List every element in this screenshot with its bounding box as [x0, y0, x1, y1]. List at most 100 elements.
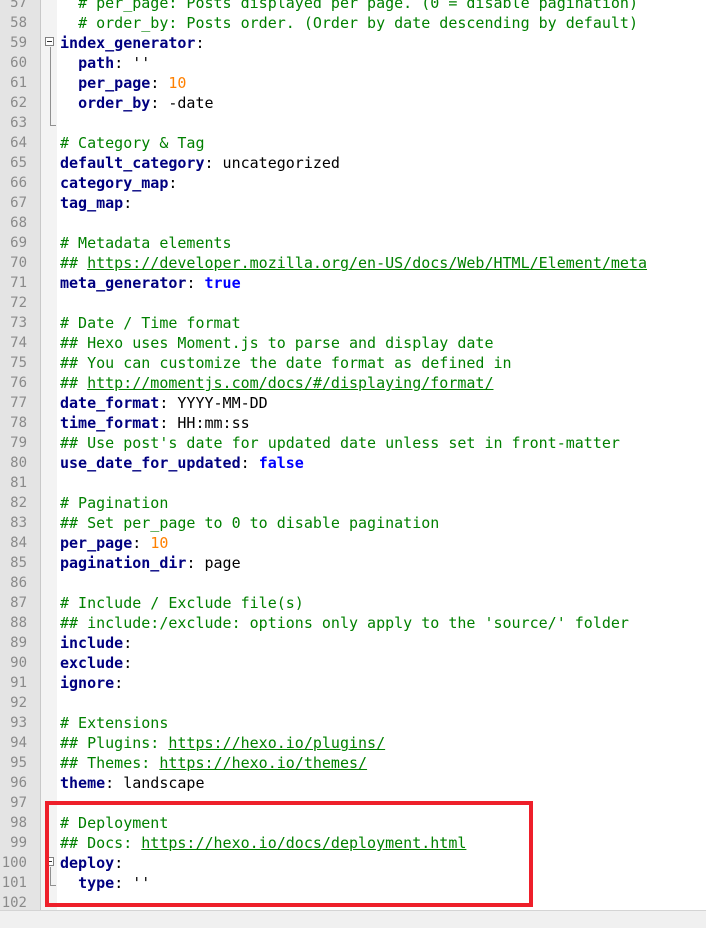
code-editor[interactable]: 57 # per_page: Posts displayed per page.… [0, 0, 706, 913]
fold-toggle-icon[interactable] [45, 37, 54, 46]
comment-text: # Extensions [60, 714, 169, 732]
code-line[interactable]: 71 meta_generator: true [0, 273, 706, 293]
line-code: order_by: -date [60, 93, 213, 113]
code-line[interactable]: 82 # Pagination [0, 493, 706, 513]
url-link[interactable]: http://momentjs.com/docs/#/displaying/fo… [87, 374, 493, 392]
line-number: 92 [10, 695, 27, 711]
code-line[interactable]: 65 default_category: uncategorized [0, 153, 706, 173]
code-line[interactable]: 77 date_format: YYYY-MM-DD [0, 393, 706, 413]
line-code: ## Set per_page to 0 to disable paginati… [60, 513, 439, 533]
code-line[interactable]: 89 include: [0, 633, 706, 653]
code-line[interactable]: 70 ## https://developer.mozilla.org/en-US… [0, 253, 706, 273]
code-line[interactable]: 79 ## Use post's date for updated date un… [0, 433, 706, 453]
code-line[interactable]: 74 ## Hexo uses Moment.js to parse and di… [0, 333, 706, 353]
code-line[interactable]: 67 tag_map: [0, 193, 706, 213]
line-code: path: '' [60, 53, 150, 73]
yaml-key: use_date_for_updated [60, 454, 241, 472]
plain-text: : landscape [105, 774, 205, 792]
code-line[interactable]: 64 # Category & Tag [0, 133, 706, 153]
plain-text: : [240, 454, 259, 472]
boolean-value: false [258, 454, 304, 472]
line-number: 72 [10, 295, 27, 311]
plain-text: : [123, 654, 133, 672]
url-link[interactable]: https://developer.mozilla.org/en-US/docs… [87, 254, 647, 272]
plain-text: : [186, 274, 205, 292]
url-link[interactable]: https://hexo.io/plugins/ [168, 734, 385, 752]
line-number: 91 [10, 675, 27, 691]
code-line[interactable]: 76 ## http://momentjs.com/docs/#/displayi… [0, 373, 706, 393]
code-line[interactable]: 66 category_map: [0, 173, 706, 193]
code-line[interactable]: 58 # order_by: Posts order. (Order by da… [0, 13, 706, 33]
line-number: 85 [10, 555, 27, 571]
code-line[interactable]: 60 path: '' [0, 53, 706, 73]
yaml-key: per_page [60, 534, 133, 552]
comment-text: ## Use post's date for updated date unle… [60, 434, 620, 452]
plain-text: : [195, 34, 205, 52]
code-line[interactable]: 88 ## include:/exclude: options only appl… [0, 613, 706, 633]
code-line[interactable]: 93 # Extensions [0, 713, 706, 733]
code-line[interactable]: 96 theme: landscape [0, 773, 706, 793]
line-number: 76 [10, 375, 27, 391]
line-number: 96 [10, 775, 27, 791]
comment-text: # Category & Tag [60, 134, 205, 152]
line-number: 66 [10, 175, 27, 191]
line-code: ## Themes: https://hexo.io/themes/ [60, 753, 367, 773]
code-line[interactable]: 86 [0, 573, 706, 593]
line-number: 83 [10, 515, 27, 531]
yaml-key: ignore [60, 674, 115, 692]
code-line[interactable]: 87 # Include / Exclude file(s) [0, 593, 706, 613]
comment-text: ## Plugins: [60, 734, 169, 752]
line-number: 59 [10, 35, 27, 51]
code-line[interactable]: 75 ## You can customize the date format a… [0, 353, 706, 373]
code-line[interactable]: 62 order_by: -date [0, 93, 706, 113]
code-line[interactable]: 57 # per_page: Posts displayed per page.… [0, 0, 706, 13]
code-line[interactable]: 81 [0, 473, 706, 493]
yaml-key: exclude [60, 654, 124, 672]
line-number: 99 [10, 835, 27, 851]
horizontal-scrollbar[interactable] [0, 910, 706, 928]
code-line[interactable]: 84 per_page: 10 [0, 533, 706, 553]
code-line[interactable]: 90 exclude: [0, 653, 706, 673]
line-code: # Extensions [60, 713, 168, 733]
fold-guide-line [50, 47, 51, 125]
plain-text: : [132, 534, 151, 552]
line-code: meta_generator: true [60, 273, 241, 293]
line-code: time_format: HH:mm:ss [60, 413, 250, 433]
code-line[interactable]: 78 time_format: HH:mm:ss [0, 413, 706, 433]
plain-text [60, 0, 78, 12]
yaml-key: per_page [78, 74, 151, 92]
line-code: use_date_for_updated: false [60, 453, 304, 473]
yaml-key: order_by [78, 94, 151, 112]
code-line[interactable]: 95 ## Themes: https://hexo.io/themes/ [0, 753, 706, 773]
code-line[interactable]: 91 ignore: [0, 673, 706, 693]
line-code: # per_page: Posts displayed per page. (0… [60, 0, 638, 13]
code-line[interactable]: 80 use_date_for_updated: false [0, 453, 706, 473]
code-line[interactable]: 59 index_generator: [0, 33, 706, 53]
line-code: # Date / Time format [60, 313, 241, 333]
line-number: 89 [10, 635, 27, 651]
line-number: 57 [10, 0, 27, 11]
code-line[interactable]: 68 [0, 213, 706, 233]
comment-text: # Include / Exclude file(s) [60, 594, 304, 612]
code-line[interactable]: 83 ## Set per_page to 0 to disable pagina… [0, 513, 706, 533]
code-line[interactable]: 61 per_page: 10 [0, 73, 706, 93]
line-number: 98 [10, 815, 27, 831]
line-code: ## include:/exclude: options only apply … [60, 613, 629, 633]
code-line[interactable]: 69 # Metadata elements [0, 233, 706, 253]
url-link[interactable]: https://hexo.io/themes/ [159, 754, 367, 772]
comment-text: ## [60, 374, 88, 392]
code-line[interactable]: 73 # Date / Time format [0, 313, 706, 333]
code-line[interactable]: 72 [0, 293, 706, 313]
code-line[interactable]: 92 [0, 693, 706, 713]
code-line[interactable]: 94 ## Plugins: https://hexo.io/plugins/ [0, 733, 706, 753]
line-code: # Include / Exclude file(s) [60, 593, 304, 613]
code-line[interactable]: 63 [0, 113, 706, 133]
line-code: # order_by: Posts order. (Order by date … [60, 13, 638, 33]
deployment-highlight-box [45, 801, 533, 907]
plain-text: : [114, 674, 124, 692]
line-code: category_map: [60, 173, 177, 193]
line-number: 61 [10, 75, 27, 91]
line-code: include: [60, 633, 132, 653]
line-code: # Metadata elements [60, 233, 232, 253]
code-line[interactable]: 85 pagination_dir: page [0, 553, 706, 573]
